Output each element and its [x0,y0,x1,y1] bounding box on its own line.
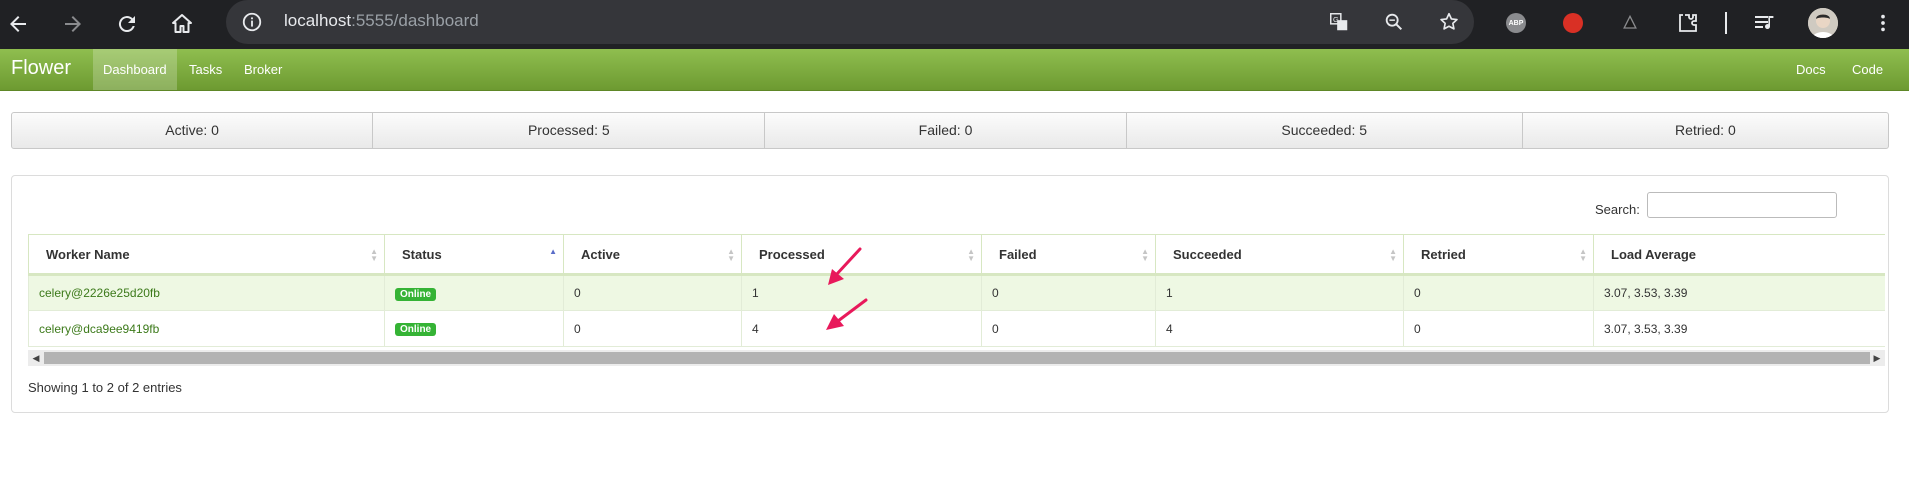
summary-active[interactable]: Active: 0 [12,113,374,148]
app-navbar: Flower Dashboard Tasks Broker Docs Code [0,49,1909,91]
annotation-arrow-icon [826,298,868,330]
column-label: Load Average [1611,246,1697,262]
succeeded-cell: 1 [1155,274,1404,311]
column-header-status[interactable]: Status ▲ [384,234,564,276]
brand-title[interactable]: Flower [11,57,71,80]
svg-text:G: G [1333,15,1339,24]
retried-cell: 0 [1403,310,1594,347]
column-label: Failed [999,246,1037,262]
sort-arrows-icon: ▲ ▼ [1579,247,1587,263]
sort-arrows-icon: ▲ ▼ [1141,247,1149,263]
column-header-worker-name[interactable]: Worker Name ▲ ▼ [28,234,385,276]
translate-icon[interactable]: G [1327,10,1351,34]
menu-kebab-icon[interactable] [1870,10,1896,36]
worker-name-cell: celery@2226e25d20fb [28,274,385,311]
sort-arrows-icon: ▲ ▼ [967,247,975,263]
load-average-cell: 3.07, 3.53, 3.39 [1593,310,1885,347]
column-header-retried[interactable]: Retried ▲ ▼ [1403,234,1594,276]
adblock-badge: ABP [1506,13,1526,33]
zoom-icon[interactable] [1382,10,1406,34]
retried-cell: 0 [1403,274,1594,311]
stop-hand-icon[interactable] [1560,10,1586,36]
column-label: Succeeded [1173,246,1242,262]
annotation-arrow-icon [828,247,862,285]
table-header-row: Worker Name ▲ ▼ Status ▲ Active ▲ ▼ Processed… [28,234,1885,276]
column-label: Processed [759,246,825,262]
nav-tasks[interactable]: Tasks [189,49,222,90]
column-label: Status [402,246,442,262]
worker-link[interactable]: celery@dca9ee9419fb [39,322,159,336]
column-label: Retried [1421,246,1466,262]
reload-icon[interactable] [109,6,145,42]
summary-succeeded[interactable]: Succeeded: 5 [1127,113,1523,148]
status-cell: Online [384,310,564,347]
failed-cell: 0 [981,310,1156,347]
summary-bar: Active: 0 Processed: 5 Failed: 0 Succeed… [11,112,1889,149]
column-header-active[interactable]: Active ▲ ▼ [563,234,742,276]
nav-broker[interactable]: Broker [244,49,282,90]
column-header-load-average[interactable]: Load Average▲▼ [1593,234,1885,276]
sort-ascending-icon: ▲ [549,247,557,256]
table-row: celery@2226e25d20fb Online 0 1 0 1 0 3.0… [28,274,1885,311]
back-icon[interactable] [0,6,36,42]
sort-arrows-icon: ▲ ▼ [727,247,735,263]
status-cell: Online [384,274,564,311]
forward-icon[interactable] [55,6,91,42]
table-row: celery@dca9ee9419fb Online 0 4 0 4 0 3.0… [28,310,1885,347]
puzzle-icon[interactable] [1617,10,1643,36]
worker-link[interactable]: celery@2226e25d20fb [39,286,160,300]
column-label: Worker Name [46,246,130,262]
failed-cell: 0 [981,274,1156,311]
url-text[interactable]: localhost:5555/dashboard [284,11,479,31]
address-bar[interactable]: localhost:5555/dashboard G [226,0,1474,44]
url-host: localhost [284,11,352,30]
workers-table: Worker Name ▲ ▼ Status ▲ Active ▲ ▼ Processed… [28,234,1885,347]
bookmark-star-icon[interactable] [1437,10,1461,34]
media-queue-icon[interactable] [1752,10,1778,36]
summary-processed[interactable]: Processed: 5 [373,113,766,148]
status-badge: Online [395,323,437,336]
load-average-cell: 3.07, 3.53, 3.39 [1593,274,1885,311]
summary-failed[interactable]: Failed: 0 [765,113,1127,148]
scrollbar-thumb[interactable] [44,352,1870,364]
column-label: Active [581,246,621,262]
succeeded-cell: 4 [1155,310,1404,347]
browser-toolbar: localhost:5555/dashboard G ABP [0,0,1909,49]
search-label: Search: [1595,202,1640,217]
workers-table-viewport: Worker Name ▲ ▼ Status ▲ Active ▲ ▼ Processed… [28,234,1885,352]
sort-arrows-icon: ▲ ▼ [370,247,378,263]
horizontal-scrollbar[interactable]: ◀ ▶ [28,350,1885,366]
scroll-right-icon[interactable]: ▶ [1869,350,1885,366]
site-info-icon[interactable] [240,10,264,34]
nav-dashboard[interactable]: Dashboard [93,49,177,90]
summary-retried[interactable]: Retried: 0 [1523,113,1888,148]
adblock-icon[interactable]: ABP [1503,10,1529,36]
worker-name-cell: celery@dca9ee9419fb [28,310,385,347]
scroll-left-icon[interactable]: ◀ [28,350,44,366]
column-header-failed[interactable]: Failed ▲ ▼ [981,234,1156,276]
nav-code[interactable]: Code [1852,49,1883,90]
status-badge: Online [395,287,437,301]
extensions-icon[interactable] [1675,10,1701,36]
column-header-succeeded[interactable]: Succeeded ▲ ▼ [1155,234,1404,276]
profile-avatar[interactable] [1808,8,1838,38]
sort-arrows-icon: ▲ ▼ [1389,247,1397,263]
search-input[interactable] [1647,192,1837,218]
url-path: :5555/dashboard [351,11,479,30]
active-cell: 0 [563,310,742,347]
toolbar-divider [1725,12,1727,34]
workers-panel: Search: Worker Name ▲ ▼ Status ▲ Active ▲ ▼ P… [11,175,1889,413]
active-cell: 0 [563,274,742,311]
nav-docs[interactable]: Docs [1796,49,1826,90]
home-icon[interactable] [164,6,200,42]
entries-info: Showing 1 to 2 of 2 entries [28,380,182,395]
